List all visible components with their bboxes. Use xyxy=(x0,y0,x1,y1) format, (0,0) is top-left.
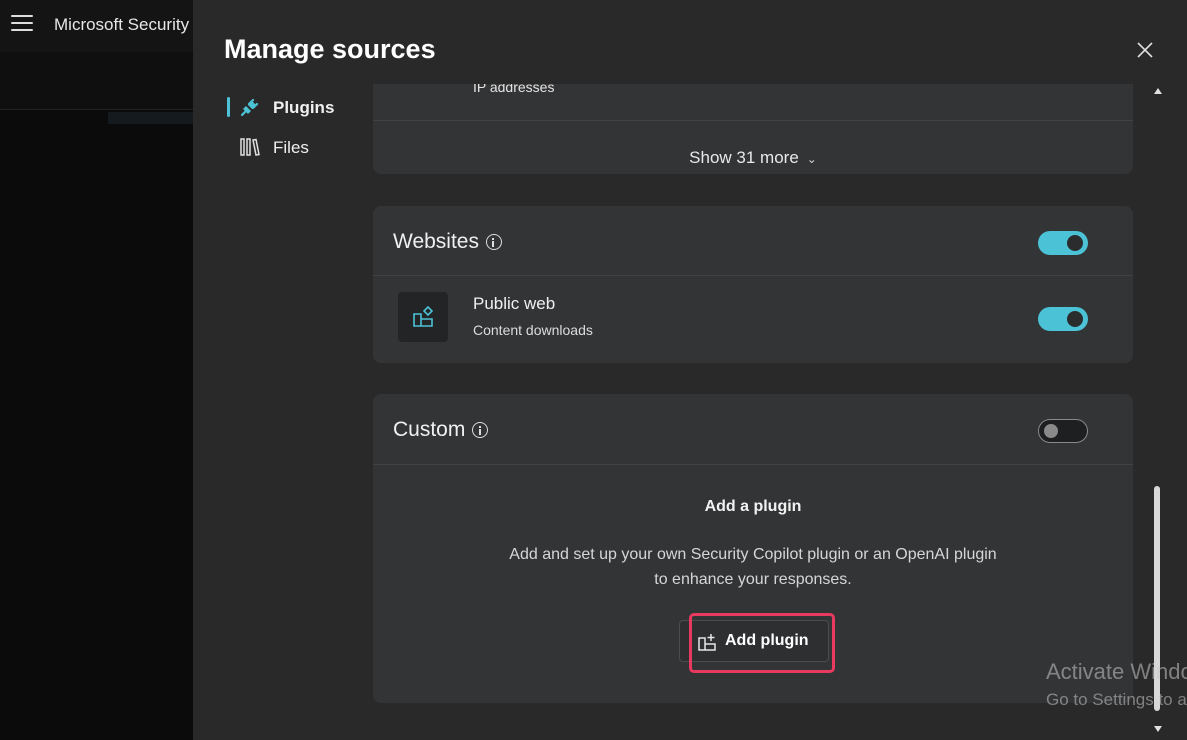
nav-item-files[interactable]: Files xyxy=(227,134,347,160)
divider xyxy=(373,120,1133,121)
websites-toggle[interactable] xyxy=(1038,231,1088,255)
add-plugin-label: Add plugin xyxy=(725,632,809,649)
close-button[interactable] xyxy=(1135,40,1155,60)
divider xyxy=(373,275,1133,276)
plugin-item-subtitle: IP addresses xyxy=(473,84,555,95)
selected-indicator xyxy=(227,97,230,117)
public-web-subtitle: Content downloads xyxy=(473,322,593,338)
custom-title: Custom xyxy=(393,418,466,441)
info-icon[interactable] xyxy=(472,422,489,438)
nav-label-plugins: Plugins xyxy=(273,98,335,117)
custom-card: Custom Add a plugin Add and set up your … xyxy=(373,394,1133,703)
close-icon xyxy=(1137,42,1153,58)
hamburger-menu-icon[interactable] xyxy=(11,15,33,33)
add-plugin-description: Add and set up your own Security Copilot… xyxy=(509,546,997,588)
chevron-down-icon: ⌄ xyxy=(806,152,817,166)
panel-title: Manage sources xyxy=(224,34,436,64)
divider xyxy=(373,464,1133,465)
plugins-card: IP addresses Show 31 more ⌄ xyxy=(373,84,1133,174)
library-icon xyxy=(240,138,260,156)
websites-title: Websites xyxy=(393,230,479,253)
add-plugin-heading: Add a plugin xyxy=(704,498,802,515)
watermark-line1: Activate Windows xyxy=(1046,659,1187,684)
nav-label-files: Files xyxy=(273,138,309,157)
info-icon[interactable] xyxy=(485,234,502,250)
app-subheader xyxy=(0,52,193,110)
plug-icon xyxy=(240,98,259,117)
add-plugin-icon xyxy=(698,634,716,651)
add-plugin-button[interactable]: Add plugin xyxy=(679,620,829,662)
app-title: Microsoft Security xyxy=(54,15,190,34)
custom-toggle[interactable] xyxy=(1038,419,1088,443)
sources-list[interactable]: IP addresses Show 31 more ⌄ Websites Publ… xyxy=(373,84,1133,740)
public-web-title: Public web xyxy=(473,294,556,313)
scroll-up-arrow-icon[interactable] xyxy=(1152,86,1164,96)
show-more-label: Show 31 more xyxy=(689,148,799,167)
public-web-icon-box xyxy=(398,292,448,342)
scroll-down-arrow-icon[interactable] xyxy=(1152,724,1164,734)
websites-card: Websites Public web Content downloads xyxy=(373,206,1133,363)
app-background-strip xyxy=(108,112,193,124)
apps-add-icon xyxy=(413,305,434,327)
watermark-line2: Go to Settings to activate Windows. xyxy=(1046,690,1187,709)
websites-header: Websites xyxy=(393,230,502,254)
show-more-button[interactable]: Show 31 more ⌄ xyxy=(373,148,1133,172)
nav-item-plugins[interactable]: Plugins xyxy=(227,94,347,120)
activation-watermark: Activate Windows Go to Settings to activ… xyxy=(1046,659,1187,710)
custom-header: Custom xyxy=(393,418,489,442)
manage-sources-panel: Manage sources Plugins Files IP addresse… xyxy=(193,0,1187,740)
public-web-toggle[interactable] xyxy=(1038,307,1088,331)
